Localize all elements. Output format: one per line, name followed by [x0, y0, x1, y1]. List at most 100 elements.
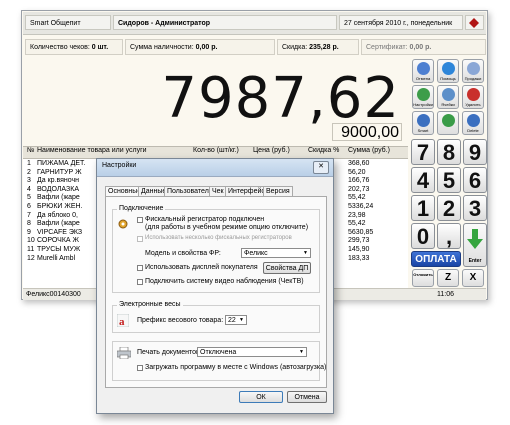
total-sum: 7987,62 [161, 66, 400, 131]
tab-users[interactable]: Пользователи [164, 186, 216, 196]
col-header-discount: Скидка % [308, 147, 340, 154]
chevron-down-icon: ▼ [239, 317, 244, 323]
checks-count: Количество чеков: 0 шт. [25, 39, 123, 55]
multi-fiscal-label: Использовать несколько фискальных регист… [145, 235, 292, 241]
settings-dialog: Настройки ✕ Основные Данные Пользователи… [96, 158, 334, 414]
print-select[interactable]: Отключена ▼ [197, 347, 307, 357]
cell-number: 5 [27, 194, 31, 202]
key-comma[interactable]: , [437, 223, 461, 249]
fiscal-note: (для работы в учебном режиме опцию отклю… [145, 224, 309, 231]
autoload-label: Загружать программу в месте с Windows (а… [145, 364, 327, 371]
cell-sum: 299,73 [348, 237, 370, 245]
cells-icon [442, 88, 455, 101]
key-3[interactable]: 3 [463, 195, 487, 221]
fiscal-checkbox[interactable] [137, 217, 143, 223]
title-bar: Smart Общепит Сидоров - Администратор 27… [23, 12, 486, 35]
info-bar: Количество чеков: 0 шт. Сумма наличности… [23, 37, 486, 59]
col-header-price: Цена (руб.) [253, 147, 290, 154]
tab-check[interactable]: Чек [209, 186, 227, 196]
discount-amount: Скидка: 235,28 р. [277, 39, 359, 55]
cell-number: 10 [27, 237, 35, 245]
tab-version[interactable]: Версия [263, 186, 293, 196]
side-button-label: Настройки [413, 102, 433, 107]
settings-icon [417, 88, 430, 101]
pay-button[interactable]: ОПЛАТА [411, 251, 461, 267]
key-0[interactable]: 0 [411, 223, 435, 249]
smart-icon [417, 114, 430, 127]
fiscal-label: Фискальный регистратор подключен [145, 216, 265, 223]
cash-amount: Сумма наличности: 0,00 р. [125, 39, 275, 55]
key-9[interactable]: 9 [463, 139, 487, 165]
totals-panel: 7987,62 9000,00 [23, 61, 408, 148]
side-button-2[interactable]: Продажи [462, 59, 484, 83]
side-button-7[interactable] [437, 111, 459, 135]
cancel-button[interactable]: Отмена [287, 391, 327, 403]
side-button-label: Delete [467, 128, 479, 133]
certificate-amount: Сертификат: 0,00 р. [361, 39, 486, 55]
cell-sum: 5630,85 [348, 228, 374, 236]
cell-name: Да кр.вяночн [37, 177, 80, 185]
autoload-checkbox[interactable] [137, 365, 143, 371]
current-user: Сидоров - Администратор [113, 15, 337, 30]
col-header-number: № [27, 147, 35, 154]
ok-button[interactable]: ОК [239, 391, 283, 403]
enter-button[interactable]: Enter [463, 223, 487, 267]
cell-number: 12 [27, 254, 35, 262]
display-properties-button[interactable]: Свойства ДП [263, 262, 311, 274]
key-5[interactable]: 5 [437, 167, 461, 193]
connection-group: Подключение Фискальный регистратор подкл… [112, 205, 320, 293]
paid-sum: 9000,00 [332, 123, 402, 141]
key-2[interactable]: 2 [437, 195, 461, 221]
z-report-button[interactable]: Z [437, 269, 459, 287]
cell-number: 6 [27, 203, 31, 210]
close-icon[interactable]: ✕ [313, 161, 329, 174]
postpone-button[interactable]: Отложить [412, 269, 434, 287]
col-header-sum: Сумма (руб.) [348, 147, 390, 154]
side-button-label: Smart [417, 128, 429, 133]
side-button-8[interactable]: Delete [462, 111, 484, 135]
multi-fiscal-checkbox[interactable] [137, 236, 143, 242]
prefix-select[interactable]: 22 ▼ [225, 315, 247, 325]
side-button-4[interactable]: Ячейки [437, 85, 459, 109]
tab-interface[interactable]: Интерфейс [225, 186, 268, 196]
current-date: 27 сентября 2010 г., понедельник [339, 15, 463, 30]
postpone-icon: Отложить [413, 272, 433, 277]
model-label: Модель и свойства ФР: [145, 250, 221, 257]
cell-sum: 166,76 [348, 177, 370, 185]
side-button-3[interactable]: Настройки [412, 85, 434, 109]
side-button-label: Продажи [464, 76, 482, 81]
cell-sum: 5336,24 [348, 203, 374, 210]
device-status: Феликс00140300 [26, 291, 81, 298]
print-label: Печать документов: [137, 349, 202, 356]
help-icon [442, 62, 455, 75]
key-8[interactable]: 8 [437, 139, 461, 165]
side-button-6[interactable]: Smart [412, 111, 434, 135]
key-7[interactable]: 7 [411, 139, 435, 165]
printer-icon [117, 347, 131, 359]
side-button-label: Помощь [440, 76, 456, 81]
cell-sum: 368,60 [348, 160, 370, 167]
cell-name: Да яблоко 0, [37, 211, 78, 219]
side-button-label: Отмена [415, 76, 431, 81]
side-button-1[interactable]: Помощь [437, 59, 459, 83]
display-checkbox[interactable] [137, 265, 143, 271]
key-1[interactable]: 1 [411, 195, 435, 221]
cell-number: 11 [27, 246, 35, 253]
svg-text:a: a [119, 316, 125, 327]
video-checkbox[interactable] [137, 279, 143, 285]
key-4[interactable]: 4 [411, 167, 435, 193]
cell-number: 9 [27, 228, 31, 236]
side-button-5[interactable]: Удалить [462, 85, 484, 109]
model-select[interactable]: Феликс ▼ [241, 248, 311, 258]
key-6[interactable]: 6 [463, 167, 487, 193]
side-button-label: Удалить [465, 102, 481, 107]
prefix-label: Префикс весового товара: [137, 317, 224, 324]
x-report-button[interactable]: X [462, 269, 484, 287]
side-button-0[interactable]: Отмена [412, 59, 434, 83]
cell-number: 7 [27, 211, 31, 219]
col-header-qty: Кол-во (шт/кг.) [193, 147, 239, 154]
chevron-down-icon: ▼ [303, 250, 308, 256]
cell-name: ПИЖАМА ДЕТ. [37, 160, 86, 167]
scales-title: Электронные весы [117, 301, 183, 308]
x-report-icon: X [469, 272, 477, 283]
